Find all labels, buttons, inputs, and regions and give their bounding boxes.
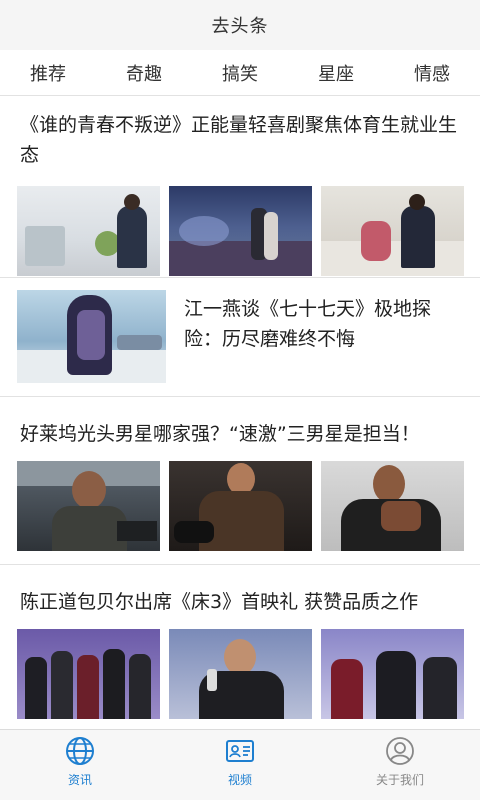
video-card-icon xyxy=(226,740,254,762)
news-item[interactable]: 《谁的青春不叛逆》正能量轻喜剧聚焦体育生就业生态 xyxy=(0,97,480,278)
news-title[interactable]: 好莱坞光头男星哪家强？“速激”三男星是担当！ xyxy=(0,419,480,449)
top-bar: 去头条 xyxy=(0,0,480,50)
globe-icon xyxy=(66,737,94,765)
news-thumbnail[interactable] xyxy=(169,629,312,719)
nav-video-label: 视频 xyxy=(227,773,252,787)
tab-curiosity[interactable]: 奇趣 xyxy=(96,60,192,86)
news-thumbnail[interactable] xyxy=(169,186,312,276)
nav-about-label: 关于我们 xyxy=(375,773,424,787)
news-feed[interactable]: 《谁的青春不叛逆》正能量轻喜剧聚焦体育生就业生态 江一燕谈《七十七天》极地探险：… xyxy=(0,97,480,729)
news-thumbnail[interactable] xyxy=(321,186,464,276)
news-thumbnail[interactable] xyxy=(17,461,160,551)
tab-funny[interactable]: 搞笑 xyxy=(192,60,288,86)
news-thumbnails xyxy=(0,461,480,551)
news-thumbnail[interactable] xyxy=(17,186,160,276)
news-thumbnail[interactable] xyxy=(321,629,464,719)
nav-news[interactable]: 资讯 xyxy=(0,730,160,800)
news-item[interactable]: 陈正道包贝尔出席《床3》首映礼 获赞品质之作 xyxy=(0,565,480,719)
news-title[interactable]: 《谁的青春不叛逆》正能量轻喜剧聚焦体育生就业生态 xyxy=(0,110,480,174)
tab-horoscope[interactable]: 星座 xyxy=(288,60,384,86)
news-thumbnail[interactable] xyxy=(17,629,160,719)
tab-recommend[interactable]: 推荐 xyxy=(0,60,96,86)
news-thumbnails xyxy=(0,629,480,719)
news-thumbnails xyxy=(0,186,480,276)
news-item[interactable]: 好莱坞光头男星哪家强？“速激”三男星是担当！ xyxy=(0,397,480,565)
news-thumbnail[interactable] xyxy=(17,290,166,383)
user-icon xyxy=(386,737,414,765)
news-title[interactable]: 江一燕谈《七十七天》极地探险：历尽磨难终不悔 xyxy=(166,290,480,396)
news-title[interactable]: 陈正道包贝尔出席《床3》首映礼 获赞品质之作 xyxy=(0,587,480,617)
news-thumbnail[interactable] xyxy=(321,461,464,551)
nav-about[interactable]: 关于我们 xyxy=(320,730,480,800)
tab-emotion[interactable]: 情感 xyxy=(384,60,480,86)
bottom-nav: 资讯 视频 关于我们 xyxy=(0,729,480,800)
category-tabs: 推荐 奇趣 搞笑 星座 情感 xyxy=(0,50,480,96)
news-item[interactable]: 江一燕谈《七十七天》极地探险：历尽磨难终不悔 xyxy=(0,278,480,397)
nav-news-label: 资讯 xyxy=(67,773,92,787)
app-title: 去头条 xyxy=(211,16,269,37)
nav-video[interactable]: 视频 xyxy=(160,730,320,800)
news-thumbnail[interactable] xyxy=(169,461,312,551)
